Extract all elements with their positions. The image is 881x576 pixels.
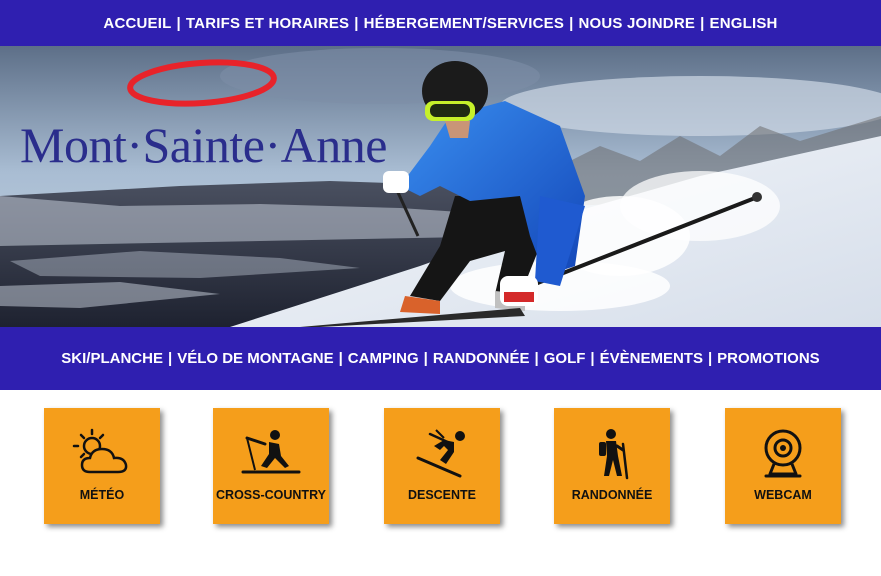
nav-accueil[interactable]: ACCUEIL (103, 15, 171, 32)
nav-ski-planche[interactable]: SKI/PLANCHE (61, 350, 163, 367)
nav-separator: | (700, 14, 705, 32)
nav-velo-de-montagne[interactable]: VÉLO DE MONTAGNE (177, 350, 333, 367)
tile-cross-country[interactable]: CROSS-COUNTRY (213, 408, 329, 524)
nav-golf[interactable]: GOLF (544, 350, 586, 367)
nav-separator: | (534, 350, 539, 367)
nav-tarifs-horaires[interactable]: TARIFS ET HORAIRES (186, 15, 349, 32)
tile-cross-country-label: CROSS-COUNTRY (216, 488, 326, 502)
activity-nav: SKI/PLANCHE | VÉLO DE MONTAGNE | CAMPING… (0, 327, 881, 390)
nav-hebergement-services[interactable]: HÉBERGEMENT/SERVICES (364, 15, 564, 32)
quick-links: MÉTÉO CROSS-COUNTRY DESCENTE RANDONNÉE W… (0, 390, 881, 576)
tile-descente-label: DESCENTE (407, 488, 477, 502)
nav-promotions[interactable]: PROMOTIONS (717, 350, 820, 367)
nav-separator: | (176, 14, 181, 32)
nav-separator: | (707, 350, 713, 367)
nav-evenements[interactable]: ÉVÈNEMENTS (600, 350, 703, 367)
hero-banner: Mont·Sainte·Anne (0, 46, 881, 327)
logo-wordmark[interactable]: Mont·Sainte·Anne (20, 116, 387, 174)
nav-separator: | (354, 14, 359, 32)
tile-descente[interactable]: DESCENTE (384, 408, 500, 524)
tile-meteo-label: MÉTÉO (79, 488, 125, 502)
tile-webcam-label: WEBCAM (754, 488, 812, 502)
downhill-skier-icon (416, 429, 465, 478)
nav-separator: | (569, 14, 574, 32)
nav-nous-joindre[interactable]: NOUS JOINDRE (578, 15, 695, 32)
cross-country-skier-icon (241, 430, 301, 474)
nav-english[interactable]: ENGLISH (709, 15, 777, 32)
tile-webcam[interactable]: WEBCAM (725, 408, 841, 524)
logo-swoosh-icon (127, 59, 277, 107)
top-nav: ACCUEIL | TARIFS ET HORAIRES | HÉBERGEME… (0, 0, 881, 46)
webcam-icon (764, 429, 802, 478)
hiker-icon (599, 429, 629, 480)
tile-meteo[interactable]: MÉTÉO (44, 408, 160, 524)
nav-randonnee[interactable]: RANDONNÉE (433, 350, 530, 367)
weather-sun-cloud-icon (72, 428, 128, 474)
tile-randonnee[interactable]: RANDONNÉE (554, 408, 670, 524)
nav-separator: | (590, 350, 595, 367)
nav-camping[interactable]: CAMPING (348, 350, 419, 367)
nav-separator: | (423, 350, 428, 367)
tile-randonnee-label: RANDONNÉE (571, 488, 653, 502)
nav-separator: | (338, 350, 343, 367)
nav-separator: | (167, 350, 173, 367)
